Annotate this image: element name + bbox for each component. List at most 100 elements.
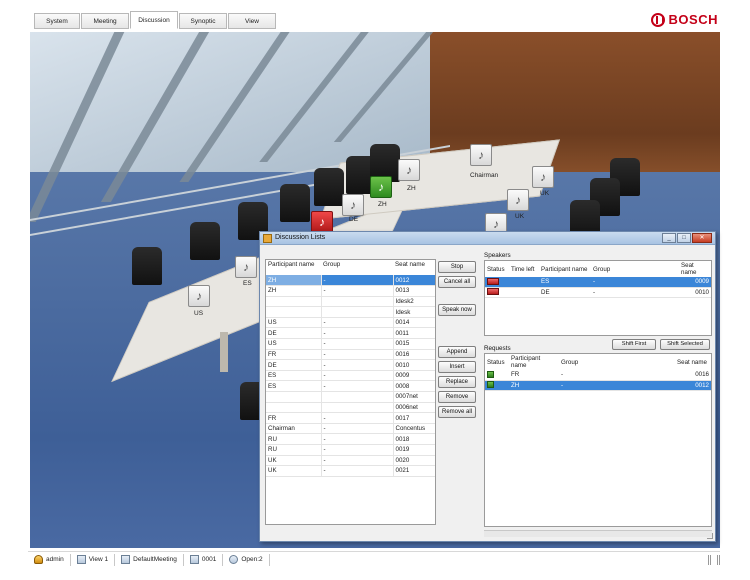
shift-first-button[interactable]: Shift First	[612, 339, 656, 350]
delegate-microphone-icon[interactable]: ♪	[370, 176, 392, 198]
window-controls: _ □ ✕	[661, 233, 712, 243]
speakers-list[interactable]: Status Time left Participant name Group …	[484, 260, 712, 336]
dialog-titlebar[interactable]: Discussion Lists _ □ ✕	[260, 232, 715, 245]
close-icon[interactable]: ✕	[692, 233, 712, 243]
speak-now-button[interactable]: Speak now	[438, 304, 476, 316]
minimize-icon[interactable]: _	[662, 233, 676, 243]
status-cell	[485, 277, 509, 288]
speakers-label: Speakers	[484, 252, 511, 259]
tab-discussion[interactable]: Discussion	[130, 11, 178, 29]
chair	[190, 222, 220, 260]
column-header-group[interactable]: Group	[321, 260, 393, 275]
group-cell: -	[320, 338, 393, 350]
cancel-all-button[interactable]: Cancel all	[438, 276, 476, 288]
table-row[interactable]: ZH -0012	[485, 380, 711, 391]
tab-meeting[interactable]: Meeting	[81, 13, 129, 29]
column-header-seat-name[interactable]: Seat name	[679, 261, 711, 277]
delegate-microphone-icon[interactable]: ♪	[188, 285, 210, 307]
insert-button[interactable]: Insert	[438, 361, 476, 373]
table-row[interactable]: RU -0018	[266, 433, 435, 445]
seat-name-cell: 0017	[392, 412, 435, 424]
chair	[132, 247, 162, 285]
table-row[interactable]: 0007net	[266, 391, 435, 403]
delegate-microphone-icon[interactable]: ♪	[235, 256, 257, 278]
table-row[interactable]: Idesk	[266, 306, 435, 318]
seat-name-cell: Idesk2	[392, 296, 435, 308]
append-button[interactable]: Append	[438, 346, 476, 358]
column-header-participant-name[interactable]: Participant name	[539, 261, 591, 277]
table-row[interactable]: Chairman - Concentus	[266, 423, 435, 435]
table-row[interactable]: DE -0010	[266, 359, 435, 371]
shift-selected-button[interactable]: Shift Selected	[660, 339, 710, 350]
replace-button[interactable]: Replace	[438, 376, 476, 388]
delegate-microphone-icon[interactable]: ♪	[342, 194, 364, 216]
participant-name-cell: ZH	[266, 285, 321, 297]
table-row[interactable]: ES -0009	[485, 277, 711, 288]
table-row[interactable]: ES -0009	[266, 370, 435, 382]
tab-system[interactable]: System	[34, 13, 80, 29]
participant-name-cell: US	[266, 338, 321, 350]
tab-synoptic[interactable]: Synoptic	[179, 13, 227, 29]
remove-button[interactable]: Remove	[438, 391, 476, 403]
status-right	[702, 554, 720, 565]
bosch-logo-icon	[650, 12, 665, 27]
table-row[interactable]: FR -0017	[266, 412, 435, 424]
table-row[interactable]: DE -0010	[485, 287, 711, 298]
table-row[interactable]: UK -0020	[266, 455, 435, 467]
table-row[interactable]: ZH -0012	[266, 275, 435, 287]
column-header-group[interactable]: Group	[591, 261, 679, 277]
maximize-icon[interactable]: □	[677, 233, 691, 243]
brand-name: BOSCH	[668, 12, 718, 27]
column-header-group[interactable]: Group	[559, 354, 675, 370]
delegate-microphone-icon[interactable]: ♪	[532, 166, 554, 188]
status-meeting[interactable]: DefaultMeeting	[115, 553, 184, 566]
column-header-status[interactable]: Status	[485, 354, 509, 370]
table-row[interactable]: UK -0021	[266, 465, 435, 477]
view-icon	[76, 555, 86, 564]
status-open[interactable]: Open:2	[223, 553, 270, 566]
time-left-cell	[509, 277, 539, 288]
table-row[interactable]: FR -0016	[485, 370, 711, 381]
status-count[interactable]: 0001	[184, 553, 224, 566]
top-navigation-bar: System Meeting Discussion Synoptic View …	[28, 10, 720, 32]
column-header-time-left[interactable]: Time left	[509, 261, 539, 277]
table-row[interactable]: ES -0008	[266, 380, 435, 393]
seat-label: UK	[540, 190, 550, 197]
column-header-seat-name[interactable]: Seat name	[393, 260, 435, 275]
seat-label: ZH	[407, 185, 416, 192]
table-row[interactable]: ZH -0013	[266, 285, 435, 297]
status-bar: admin View 1 DefaultMeeting 0001 Open:2	[28, 551, 720, 567]
stop-button[interactable]: Stop	[438, 261, 476, 273]
table-row[interactable]: DE -0011	[266, 327, 435, 340]
participant-name-cell: ES	[266, 380, 321, 393]
seat-name-cell: 0010	[392, 359, 435, 371]
participant-name-cell	[266, 391, 321, 403]
seat-name-cell: 0010	[679, 287, 711, 298]
seat-name-cell: 0009	[392, 370, 435, 382]
resize-grip-icon[interactable]	[707, 533, 713, 539]
participant-name-cell: DE	[266, 327, 321, 340]
delegate-microphone-icon[interactable]: ♪	[507, 189, 529, 211]
column-header-participant-name[interactable]: Participant name	[266, 260, 321, 275]
delegate-microphone-icon[interactable]: ♪	[398, 159, 420, 181]
horizontal-scrollbar[interactable]	[484, 530, 712, 537]
status-view[interactable]: View 1	[71, 553, 116, 566]
requests-list[interactable]: Status Participant name Group Seat name …	[484, 353, 712, 527]
table-row[interactable]: US -0014	[266, 317, 435, 329]
table-row[interactable]: Idesk2	[266, 296, 435, 308]
status-meeting-label: DefaultMeeting	[133, 556, 177, 563]
column-header-status[interactable]: Status	[485, 261, 509, 277]
table-row[interactable]: 0006net	[266, 402, 435, 414]
table-row[interactable]: US -0015	[266, 338, 435, 350]
column-header-participant-name[interactable]: Participant name	[509, 354, 559, 370]
seat-name-cell: Idesk	[392, 306, 435, 318]
remove-all-button[interactable]: Remove all	[438, 406, 476, 418]
participant-list[interactable]: Participant name Group Seat name ZH -0012…	[265, 259, 436, 525]
column-header-seat-name[interactable]: Seat name	[675, 354, 711, 370]
seat-name-cell: 0008	[392, 380, 435, 393]
table-row[interactable]: FR -0016	[266, 349, 435, 361]
table-row[interactable]: RU -0019	[266, 444, 435, 456]
delegate-microphone-icon[interactable]: ♪	[311, 211, 333, 233]
tab-view[interactable]: View	[228, 13, 276, 29]
chairman-microphone-icon[interactable]: ♪	[470, 144, 492, 166]
